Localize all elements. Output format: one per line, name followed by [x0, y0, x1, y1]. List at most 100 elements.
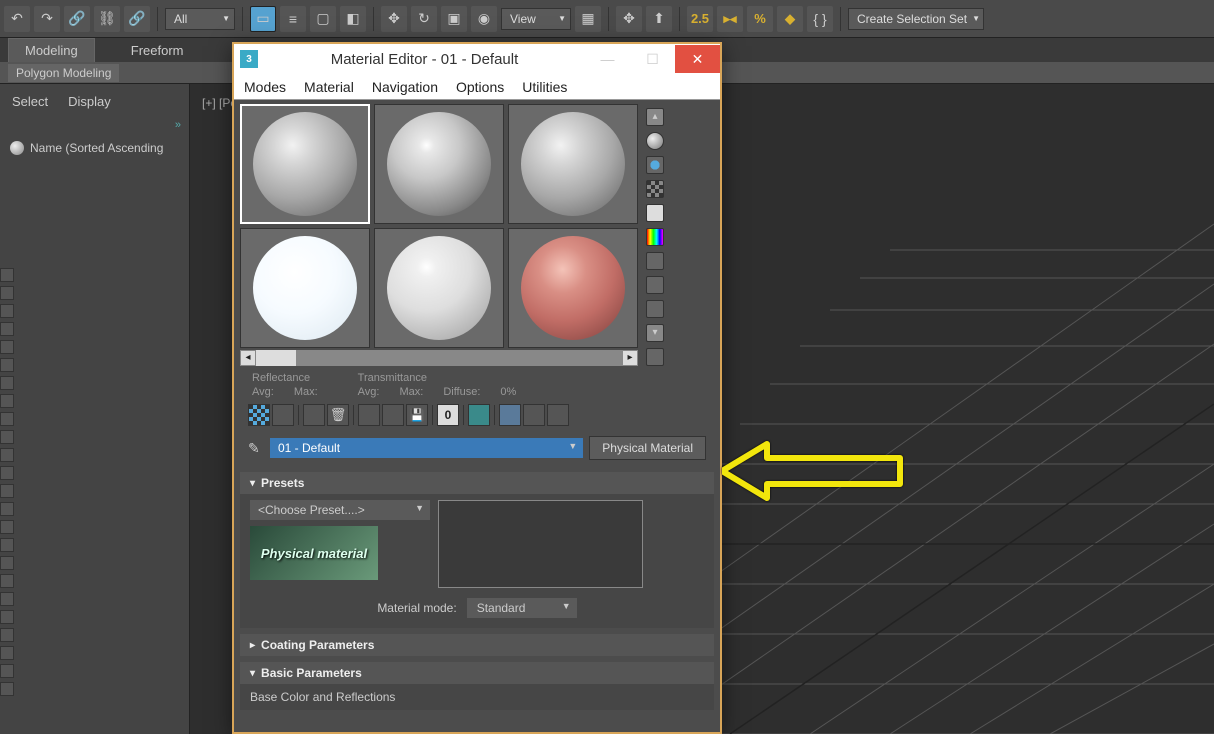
sample-slot-5[interactable] — [374, 228, 504, 348]
filter-icon[interactable] — [0, 268, 14, 282]
filter-icon[interactable] — [0, 340, 14, 354]
angle-snap-icon[interactable]: ▸◂ — [717, 6, 743, 32]
basic-rollout-header[interactable]: Basic Parameters — [240, 662, 714, 684]
scroll-track[interactable] — [256, 350, 622, 366]
filter-icon[interactable] — [0, 376, 14, 390]
menu-utilities[interactable]: Utilities — [522, 79, 567, 95]
assign-to-selection-icon[interactable] — [303, 404, 325, 426]
rotate-icon[interactable]: ↻ — [411, 6, 437, 32]
put-to-scene-icon[interactable] — [272, 404, 294, 426]
backlight-icon[interactable] — [646, 156, 664, 174]
filter-icon[interactable] — [0, 628, 14, 642]
minimize-button[interactable]: — — [585, 45, 630, 73]
scroll-down-icon[interactable]: ▾ — [646, 324, 664, 342]
filter-icon[interactable] — [0, 592, 14, 606]
filter-icon[interactable] — [0, 448, 14, 462]
go-parent-icon[interactable] — [523, 404, 545, 426]
filter-icon[interactable] — [0, 646, 14, 660]
get-material-icon[interactable] — [248, 404, 270, 426]
material-type-button[interactable]: Physical Material — [589, 436, 706, 460]
placement-icon[interactable]: ◉ — [471, 6, 497, 32]
select-object-icon[interactable]: ▭ — [250, 6, 276, 32]
unlink-icon[interactable]: ⛓ — [94, 6, 120, 32]
filter-icon[interactable] — [0, 412, 14, 426]
filter-icon[interactable] — [0, 286, 14, 300]
link-icon[interactable]: 🔗 — [64, 6, 90, 32]
filter-icon[interactable] — [0, 556, 14, 570]
sample-slot-3[interactable] — [508, 104, 638, 224]
display-tab[interactable]: Display — [68, 94, 111, 109]
tab-freeform[interactable]: Freeform — [115, 39, 200, 62]
presets-rollout-header[interactable]: Presets — [240, 472, 714, 494]
filter-icon[interactable] — [0, 682, 14, 696]
sample-type-icon[interactable] — [646, 132, 664, 150]
material-editor-titlebar[interactable]: 3 Material Editor - 01 - Default — ☐ ✕ — [234, 44, 720, 74]
video-color-icon[interactable] — [646, 228, 664, 246]
scroll-left-icon[interactable]: ◂ — [240, 350, 256, 366]
show-map-icon[interactable] — [468, 404, 490, 426]
material-map-nav-icon[interactable] — [646, 348, 664, 366]
menu-navigation[interactable]: Navigation — [372, 79, 438, 95]
coating-rollout-header[interactable]: Coating Parameters — [240, 634, 714, 656]
pivot-icon[interactable]: ▦ — [575, 6, 601, 32]
menu-material[interactable]: Material — [304, 79, 354, 95]
scroll-thumb[interactable] — [256, 350, 296, 366]
spinner-snap-icon[interactable]: ◆ — [777, 6, 803, 32]
select-tab[interactable]: Select — [12, 94, 48, 109]
material-name-dropdown[interactable]: 01 - Default — [270, 438, 583, 458]
filter-icon[interactable] — [0, 466, 14, 480]
scroll-right-icon[interactable]: ▸ — [622, 350, 638, 366]
select-by-material-icon[interactable] — [646, 300, 664, 318]
sample-hscroll[interactable]: ◂ ▸ — [240, 350, 638, 366]
sample-slot-1[interactable] — [240, 104, 370, 224]
options-icon[interactable] — [646, 276, 664, 294]
sample-slot-2[interactable] — [374, 104, 504, 224]
menu-options[interactable]: Options — [456, 79, 504, 95]
background-icon[interactable] — [646, 180, 664, 198]
put-to-library-icon[interactable] — [406, 404, 428, 426]
filter-icon[interactable] — [0, 358, 14, 372]
create-selection-set-dropdown[interactable]: Create Selection Set — [848, 8, 984, 30]
window-crossing-icon[interactable]: ◧ — [340, 6, 366, 32]
filter-icon[interactable] — [0, 394, 14, 408]
select-by-name-icon[interactable]: ≡ — [280, 6, 306, 32]
edit-selection-icon[interactable]: { } — [807, 6, 833, 32]
selection-filter-dropdown[interactable]: All — [165, 8, 235, 30]
pick-material-icon[interactable]: ✎ — [248, 440, 264, 456]
menu-modes[interactable]: Modes — [244, 79, 286, 95]
undo-icon[interactable]: ↶ — [4, 6, 30, 32]
show-end-result-icon[interactable] — [499, 404, 521, 426]
material-mode-dropdown[interactable]: Standard — [467, 598, 577, 618]
sample-uv-icon[interactable] — [646, 204, 664, 222]
expand-button[interactable]: » — [0, 119, 189, 131]
choose-preset-dropdown[interactable]: <Choose Preset....> — [250, 500, 430, 520]
filter-icon[interactable] — [0, 502, 14, 516]
go-sibling-icon[interactable] — [547, 404, 569, 426]
filter-icon[interactable] — [0, 322, 14, 336]
polygon-modeling-label[interactable]: Polygon Modeling — [8, 64, 119, 82]
sample-slot-4[interactable] — [240, 228, 370, 348]
sample-slot-6[interactable] — [508, 228, 638, 348]
ref-coord-dropdown[interactable]: View — [501, 8, 571, 30]
filter-icon[interactable] — [0, 520, 14, 534]
manipulate-icon[interactable]: ✥ — [616, 6, 642, 32]
scroll-up-icon[interactable]: ▴ — [646, 108, 664, 126]
keyboard-shortcut-icon[interactable]: ⬆ — [646, 6, 672, 32]
redo-icon[interactable]: ↷ — [34, 6, 60, 32]
filter-icon[interactable] — [0, 574, 14, 588]
filter-icon[interactable] — [0, 538, 14, 552]
filter-icon[interactable] — [0, 484, 14, 498]
make-preview-icon[interactable] — [646, 252, 664, 270]
make-copy-icon[interactable] — [358, 404, 380, 426]
close-button[interactable]: ✕ — [675, 45, 720, 73]
maximize-button[interactable]: ☐ — [630, 45, 675, 73]
percent-snap-icon[interactable]: % — [747, 6, 773, 32]
filter-icon[interactable] — [0, 610, 14, 624]
list-header-row[interactable]: Name (Sorted Ascending — [6, 137, 189, 159]
filter-icon[interactable] — [0, 304, 14, 318]
move-icon[interactable]: ✥ — [381, 6, 407, 32]
scale-icon[interactable]: ▣ — [441, 6, 467, 32]
material-id-icon[interactable]: 0 — [437, 404, 459, 426]
make-unique-icon[interactable] — [382, 404, 404, 426]
rectangular-region-icon[interactable]: ▢ — [310, 6, 336, 32]
